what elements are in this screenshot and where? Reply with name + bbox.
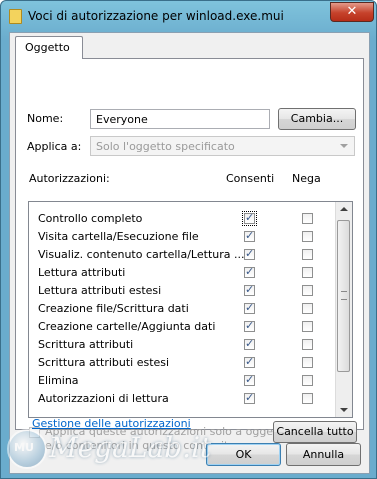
dialog-window: Voci di autorizzazione per winload.exe.m…	[0, 0, 377, 479]
name-value: Everyone	[96, 113, 148, 126]
allow-checkbox[interactable]	[244, 301, 255, 314]
tab-panel: Nome: Everyone Cambia... Applica a: Solo…	[15, 58, 364, 452]
permission-name: Scrittura attributi	[38, 338, 134, 351]
name-field[interactable]: Everyone	[90, 109, 270, 129]
permission-name: Creazione cartelle/Aggiunta dati	[38, 320, 216, 333]
deny-checkbox[interactable]	[302, 249, 313, 260]
permission-name: Scrittura attributi estesi	[38, 356, 170, 369]
permission-row[interactable]: Scrittura attributi	[29, 336, 336, 354]
allow-checkbox[interactable]	[244, 283, 255, 296]
scroll-up-icon[interactable]	[340, 207, 348, 211]
grip-icon	[341, 291, 347, 300]
allow-checkbox[interactable]	[244, 229, 255, 242]
tab-oggetto[interactable]: Oggetto	[15, 36, 83, 59]
deny-header: Nega	[292, 172, 321, 185]
permission-row[interactable]: Lettura attributi	[29, 264, 336, 282]
allow-checkbox[interactable]	[244, 355, 255, 368]
watermark-badge: MU	[7, 429, 47, 469]
watermark-logo: MU MegaLab.it	[5, 421, 211, 475]
permissions-header: Autorizzazioni:	[29, 172, 110, 185]
apply-to-value: Solo l'oggetto specificato	[96, 140, 235, 153]
deny-checkbox[interactable]	[302, 393, 313, 404]
permissions-list[interactable]: Controllo completo Visita cartella/Esecuz…	[28, 201, 353, 418]
permission-name: Visualiz. contenuto cartella/Lettura ...	[38, 248, 245, 261]
scroll-down-icon[interactable]	[340, 408, 348, 412]
permission-row[interactable]: Scrittura attributi estesi	[29, 354, 336, 372]
title-bar[interactable]: Voci di autorizzazione per winload.exe.m…	[1, 1, 376, 31]
allow-checkbox[interactable]	[244, 391, 255, 404]
clear-all-button[interactable]: Cancella tutto	[273, 421, 357, 443]
deny-checkbox[interactable]	[302, 375, 313, 386]
permission-row[interactable]: Autorizzazioni di lettura	[29, 390, 336, 408]
folder-icon	[9, 9, 22, 24]
permission-name: Lettura attributi	[38, 266, 126, 279]
allow-header: Consenti	[226, 172, 275, 185]
dialog-client: Oggetto Nome: Everyone Cambia... Applica…	[9, 32, 370, 474]
deny-checkbox[interactable]	[302, 357, 313, 368]
apply-to-label: Applica a:	[27, 140, 82, 153]
deny-checkbox[interactable]	[302, 267, 313, 278]
deny-checkbox[interactable]	[302, 213, 313, 224]
permission-name: Controllo completo	[38, 212, 143, 225]
tab-label: Oggetto	[25, 41, 70, 54]
change-button[interactable]: Cambia...	[278, 108, 356, 130]
deny-checkbox[interactable]	[302, 231, 313, 242]
close-button[interactable]: ✕	[330, 2, 374, 22]
watermark-text: MegaLab.it	[49, 431, 212, 464]
allow-checkbox[interactable]	[244, 319, 255, 332]
permissions-scrollbar[interactable]	[335, 202, 352, 417]
permission-name: Visita cartella/Esecuzione file	[38, 230, 199, 243]
allow-checkbox[interactable]	[244, 373, 255, 386]
cancel-button[interactable]: Annulla	[286, 443, 361, 466]
allow-checkbox[interactable]	[244, 265, 255, 278]
name-label: Nome:	[27, 112, 64, 125]
permission-name: Autorizzazioni di lettura	[38, 392, 169, 405]
allow-checkbox[interactable]	[244, 337, 255, 350]
deny-checkbox[interactable]	[302, 339, 313, 350]
window-title: Voci di autorizzazione per winload.exe.m…	[28, 9, 284, 23]
permission-row[interactable]: Lettura attributi estesi	[29, 282, 336, 300]
permission-row[interactable]: Controllo completo	[29, 210, 336, 228]
ok-button[interactable]: OK	[206, 443, 281, 466]
deny-checkbox[interactable]	[302, 303, 313, 314]
permission-name: Creazione file/Scrittura dati	[38, 302, 189, 315]
apply-to-dropdown[interactable]: Solo l'oggetto specificato	[90, 136, 355, 156]
allow-checkbox[interactable]	[244, 247, 255, 260]
deny-checkbox[interactable]	[302, 321, 313, 332]
chevron-down-icon	[340, 144, 348, 148]
scroll-thumb[interactable]	[337, 220, 350, 372]
allow-checkbox[interactable]	[242, 211, 257, 226]
permission-row[interactable]: Creazione cartelle/Aggiunta dati	[29, 318, 336, 336]
permission-row[interactable]: Creazione file/Scrittura dati	[29, 300, 336, 318]
permission-row[interactable]: Visualiz. contenuto cartella/Lettura ...	[29, 246, 336, 264]
permission-name: Lettura attributi estesi	[38, 284, 162, 297]
permission-row[interactable]: Visita cartella/Esecuzione file	[29, 228, 336, 246]
permission-name: Elimina	[38, 374, 79, 387]
deny-checkbox[interactable]	[302, 285, 313, 296]
permission-row[interactable]: Elimina	[29, 372, 336, 390]
